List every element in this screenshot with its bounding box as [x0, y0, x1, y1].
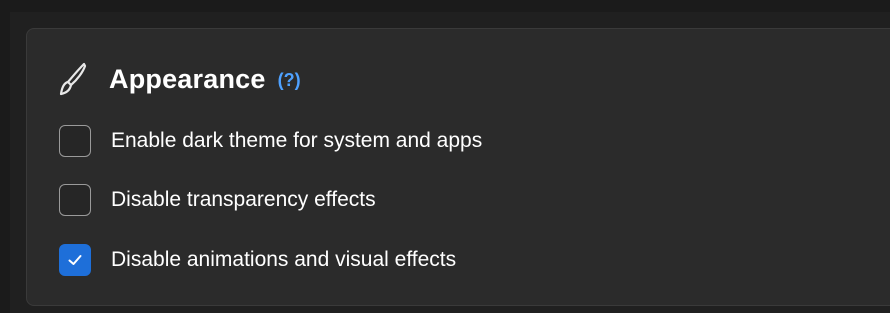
- paintbrush-icon: [57, 61, 87, 97]
- animations-checkbox[interactable]: [59, 244, 91, 276]
- option-disable-transparency[interactable]: Disable transparency effects: [59, 180, 376, 220]
- help-link[interactable]: (?): [278, 70, 301, 91]
- settings-window: Appearance (?) Enable dark theme for sys…: [0, 0, 890, 313]
- option-label: Enable dark theme for system and apps: [111, 129, 483, 152]
- top-edge: [0, 0, 890, 12]
- option-label: Disable animations and visual effects: [111, 248, 457, 271]
- option-label: Disable transparency effects: [111, 188, 376, 211]
- section-title: Appearance: [109, 63, 266, 94]
- section-header: Appearance (?): [57, 59, 301, 99]
- option-enable-dark-theme[interactable]: Enable dark theme for system and apps: [59, 121, 482, 161]
- option-disable-animations[interactable]: Disable animations and visual effects: [59, 240, 456, 280]
- transparency-checkbox[interactable]: [59, 184, 91, 216]
- left-edge: [0, 0, 10, 313]
- checkmark-icon: [68, 255, 82, 265]
- dark-theme-checkbox[interactable]: [59, 125, 91, 157]
- appearance-card: Appearance (?) Enable dark theme for sys…: [26, 28, 890, 306]
